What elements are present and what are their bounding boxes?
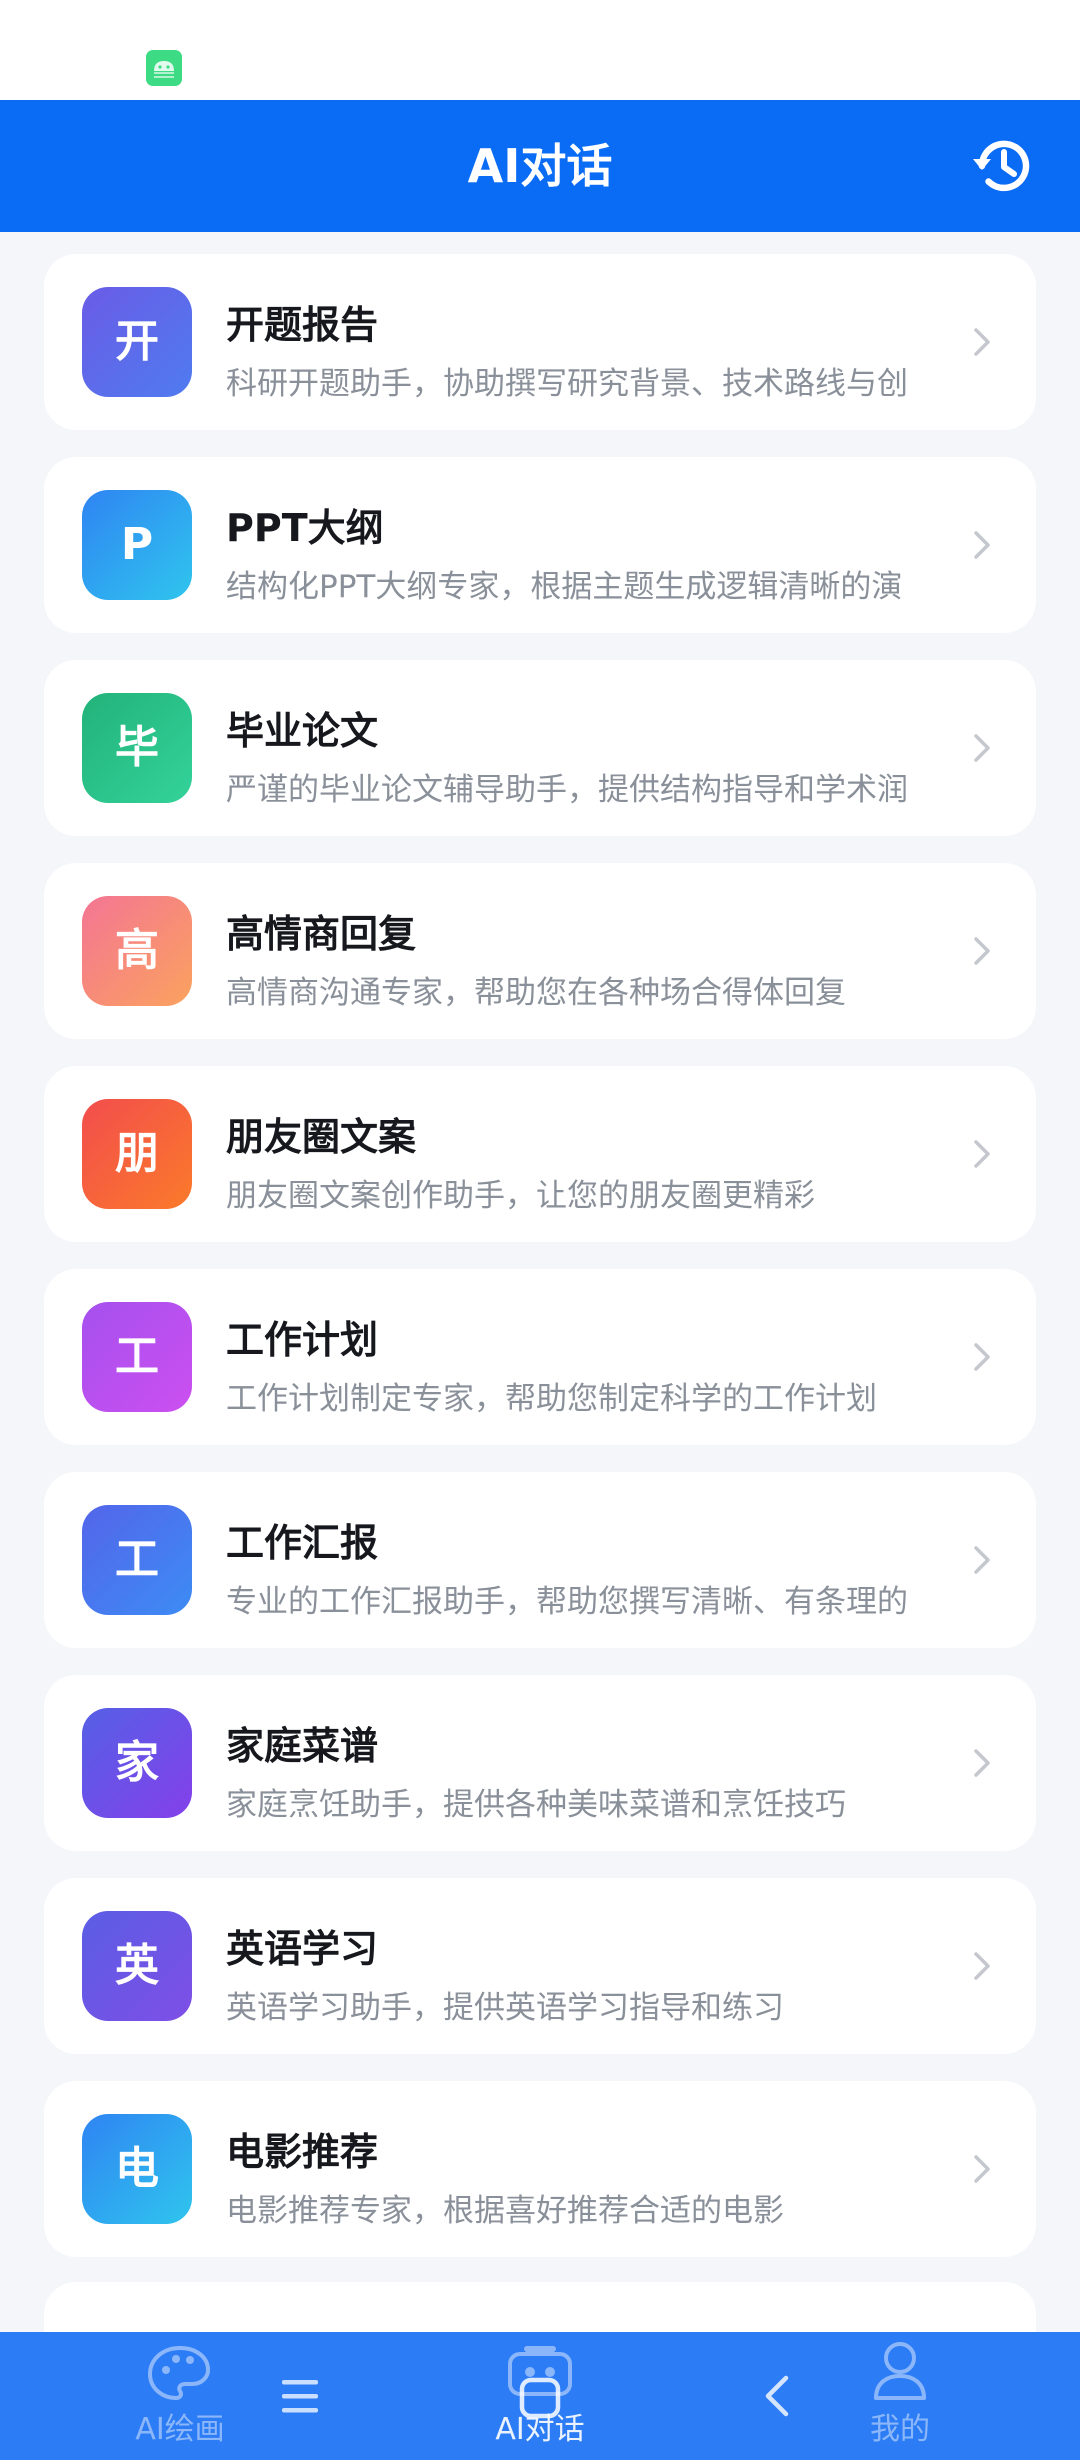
chevron-right-icon <box>974 531 990 559</box>
assistant-avatar-icon: 英 <box>82 1911 192 2021</box>
page-title: AI对话 <box>467 139 613 193</box>
item-title: 工作计划 <box>226 1318 379 1362</box>
chevron-right-icon <box>974 1343 990 1371</box>
assistant-avatar-icon: 开 <box>82 287 192 397</box>
item-description: 高情商沟通专家，帮助您在各种场合得体回复 <box>226 975 846 1007</box>
person-icon <box>874 2342 926 2400</box>
app-header: AI对话 <box>0 100 1080 232</box>
list-item[interactable]: 开开题报告科研开题助手，协助撰写研究背景、技术路线与创 <box>44 254 1036 430</box>
chevron-right-icon <box>974 734 990 762</box>
chevron-right-icon <box>974 1749 990 1777</box>
bottom-tab-bar: AI绘画 AI对话 我的 <box>0 2332 1080 2460</box>
assistant-avatar-icon: 朋 <box>82 1099 192 1209</box>
chevron-right-icon <box>974 1140 990 1168</box>
tab-ai-draw[interactable]: AI绘画 <box>100 2332 260 2460</box>
nav-back-button[interactable] <box>758 2372 798 2420</box>
tab-mine-label: 我的 <box>870 2412 930 2447</box>
list-item[interactable]: 工工作计划工作计划制定专家，帮助您制定科学的工作计划 <box>44 1269 1036 1445</box>
tab-mine[interactable]: 我的 <box>820 2332 980 2460</box>
back-arrow-icon <box>765 2375 789 2417</box>
item-description: 家庭烹饪助手，提供各种美味菜谱和烹饪技巧 <box>226 1787 846 1819</box>
status-bar <box>0 0 1080 100</box>
assistant-avatar-icon: 工 <box>82 1505 192 1615</box>
assistant-avatar-icon: 工 <box>82 1302 192 1412</box>
history-button[interactable] <box>968 132 1036 200</box>
tab-ai-draw-label: AI绘画 <box>135 2412 225 2447</box>
assistant-avatar-icon: 高 <box>82 896 192 1006</box>
list-item[interactable]: 电电影推荐电影推荐专家，根据喜好推荐合适的电影 <box>44 2081 1036 2257</box>
menu-icon <box>282 2380 318 2413</box>
list-item[interactable]: 工工作汇报专业的工作汇报助手，帮助您撰写清晰、有条理的 <box>44 1472 1036 1648</box>
item-description: 工作计划制定专家，帮助您制定科学的工作计划 <box>226 1381 877 1413</box>
list-item[interactable]: 英英语学习英语学习助手，提供英语学习指导和练习 <box>44 1878 1036 2054</box>
list-item[interactable]: 高高情商回复高情商沟通专家，帮助您在各种场合得体回复 <box>44 863 1036 1039</box>
item-title: 英语学习 <box>226 1927 379 1971</box>
item-description: 科研开题助手，协助撰写研究背景、技术路线与创 <box>226 366 908 398</box>
chevron-right-icon <box>974 937 990 965</box>
item-title: 毕业论文 <box>226 709 379 753</box>
palette-icon <box>147 2345 211 2401</box>
item-title: 工作汇报 <box>226 1521 379 1565</box>
item-description: 专业的工作汇报助手，帮助您撰写清晰、有条理的 <box>226 1584 908 1616</box>
item-description: 英语学习助手，提供英语学习指导和练习 <box>226 1990 784 2022</box>
home-square-icon <box>519 2377 561 2419</box>
android-app-icon <box>146 50 182 86</box>
assistant-avatar-icon: 毕 <box>82 693 192 803</box>
chevron-right-icon <box>974 328 990 356</box>
chevron-right-icon <box>974 1546 990 1574</box>
item-title: 电影推荐 <box>226 2130 379 2174</box>
item-title: 家庭菜谱 <box>226 1724 379 1768</box>
list-item[interactable]: 朋朋友圈文案朋友圈文案创作助手，让您的朋友圈更精彩 <box>44 1066 1036 1242</box>
item-description: 朋友圈文案创作助手，让您的朋友圈更精彩 <box>226 1178 815 1210</box>
nav-menu-button[interactable] <box>276 2372 324 2420</box>
assistant-avatar-icon: 电 <box>82 2114 192 2224</box>
item-title: 朋友圈文案 <box>226 1115 417 1159</box>
list-item[interactable]: P PPT大纲结构化PPT大纲专家，根据主题生成逻辑清晰的演 <box>44 457 1036 633</box>
item-description: 严谨的毕业论文辅导助手，提供结构指导和学术润 <box>226 772 908 804</box>
item-description: 电影推荐专家，根据喜好推荐合适的电影 <box>226 2193 784 2225</box>
item-description: 结构化PPT大纲专家，根据主题生成逻辑清晰的演 <box>226 569 903 601</box>
list-item[interactable]: 毕毕业论文严谨的毕业论文辅导助手，提供结构指导和学术润 <box>44 660 1036 836</box>
nav-home-button[interactable] <box>518 2376 562 2420</box>
history-icon <box>973 140 1030 192</box>
item-title: 高情商回复 <box>226 912 417 956</box>
chevron-right-icon <box>974 1952 990 1980</box>
chevron-right-icon <box>974 2155 990 2183</box>
assistant-list: 开开题报告科研开题助手，协助撰写研究背景、技术路线与创 P PPT大纲结构化PPT大… <box>0 232 1080 2332</box>
item-title: 开题报告 <box>226 303 379 347</box>
assistant-avatar-icon: P <box>82 490 192 600</box>
assistant-avatar-icon: 家 <box>82 1708 192 1818</box>
list-item[interactable]: 家家庭菜谱家庭烹饪助手，提供各种美味菜谱和烹饪技巧 <box>44 1675 1036 1851</box>
item-title: PPT大纲 <box>226 506 384 550</box>
